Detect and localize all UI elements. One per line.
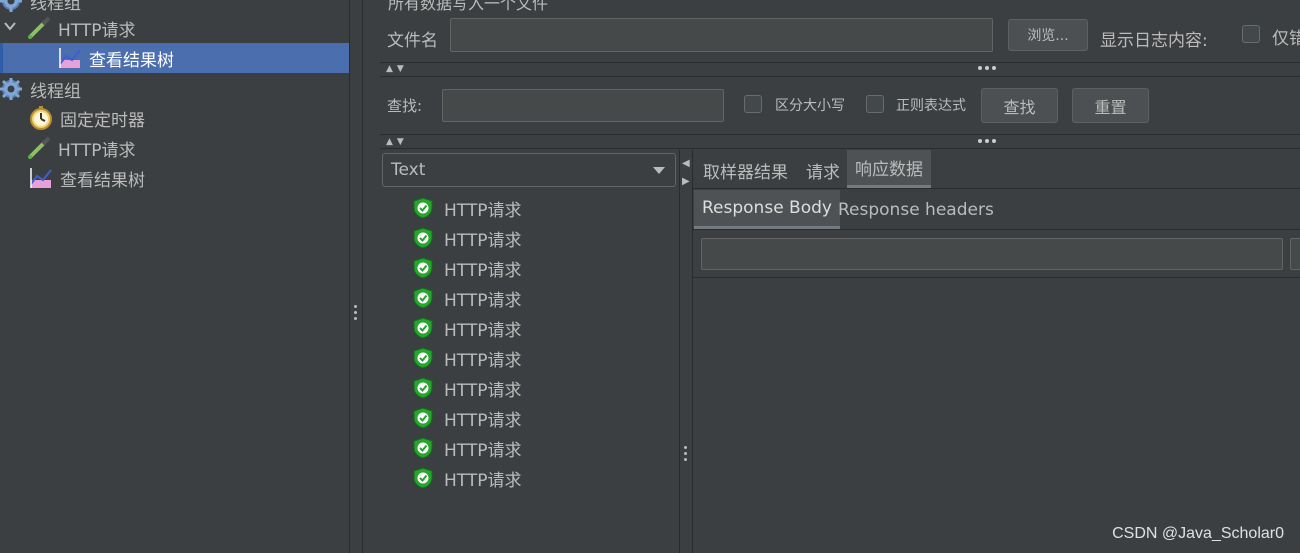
tree-item-label: 查看结果树 bbox=[60, 170, 145, 191]
find-button[interactable]: 查找 bbox=[981, 88, 1058, 123]
drag-handle-icon[interactable] bbox=[684, 446, 688, 461]
result-item[interactable]: HTTP请求 bbox=[412, 433, 522, 463]
case-sensitive-checkbox[interactable] bbox=[744, 95, 762, 113]
errors-only-label: 仅错 bbox=[1272, 29, 1300, 49]
filename-input[interactable] bbox=[450, 18, 993, 52]
watermark: CSDN @Java_Scholar0 bbox=[1112, 525, 1284, 542]
result-item-label: HTTP请求 bbox=[444, 200, 522, 221]
result-item-label: HTTP请求 bbox=[444, 350, 522, 371]
response-search-input[interactable] bbox=[701, 238, 1283, 270]
browse-button[interactable]: 浏览... bbox=[1008, 19, 1088, 51]
result-item[interactable]: HTTP请求 bbox=[412, 343, 522, 373]
subtab-response-body[interactable]: Response Body bbox=[694, 190, 840, 230]
case-sensitive-label: 区分大小写 bbox=[775, 98, 845, 114]
chevron-down-icon[interactable] bbox=[4, 20, 16, 34]
gear-icon bbox=[0, 76, 24, 102]
result-item[interactable]: HTTP请求 bbox=[412, 223, 522, 253]
success-shield-icon bbox=[412, 287, 434, 309]
renderer-select[interactable]: Text bbox=[382, 153, 676, 187]
tab-sampler-result[interactable]: 取样器结果 bbox=[695, 151, 796, 189]
renderer-select-value: Text bbox=[391, 160, 426, 180]
result-item[interactable]: HTTP请求 bbox=[412, 253, 522, 283]
result-item-label: HTTP请求 bbox=[444, 440, 522, 461]
chart-icon bbox=[28, 165, 54, 191]
result-item[interactable]: HTTP请求 bbox=[412, 283, 522, 313]
tab-request[interactable]: 请求 bbox=[798, 151, 848, 189]
pipette-icon bbox=[26, 135, 52, 161]
subtab-response-headers[interactable]: Response headers bbox=[830, 190, 1002, 230]
collapse-arrows-icon[interactable]: ▲▼ bbox=[386, 137, 408, 147]
log-content-label: 显示日志内容: bbox=[1100, 31, 1208, 51]
success-shield-icon bbox=[412, 317, 434, 339]
result-item-label: HTTP请求 bbox=[444, 380, 522, 401]
tree-item-constant-timer[interactable]: 固定定时器 bbox=[28, 103, 349, 133]
file-panel-header: 所有数据写入一个文件 bbox=[388, 0, 549, 13]
tree-item-view-results-2[interactable]: 查看结果树 bbox=[28, 163, 349, 193]
result-item[interactable]: HTTP请求 bbox=[412, 463, 522, 493]
regex-checkbox[interactable] bbox=[866, 95, 884, 113]
drag-handle-icon[interactable] bbox=[978, 139, 996, 143]
caret-down-icon bbox=[653, 167, 665, 174]
search-input[interactable] bbox=[442, 89, 724, 122]
response-body-area[interactable] bbox=[694, 278, 1300, 553]
test-plan-tree: 线程组 HTTP请求 查看结果树 线程组 固定定时器 HTTP请求 查看结果树 bbox=[0, 0, 349, 553]
result-item-label: HTTP请求 bbox=[444, 410, 522, 431]
tab-response-data[interactable]: 响应数据 bbox=[847, 150, 931, 188]
tree-item-label: HTTP请求 bbox=[58, 140, 136, 161]
result-item-label: HTTP请求 bbox=[444, 290, 522, 311]
success-shield-icon bbox=[412, 197, 434, 219]
success-shield-icon bbox=[412, 467, 434, 489]
success-shield-icon bbox=[412, 377, 434, 399]
result-item[interactable]: HTTP请求 bbox=[412, 193, 522, 223]
tree-item-label: 固定定时器 bbox=[60, 110, 145, 131]
search-label: 查找: bbox=[387, 97, 423, 115]
tree-item-thread-group-2[interactable]: 线程组 bbox=[0, 74, 349, 104]
filename-label: 文件名 bbox=[387, 31, 438, 51]
tree-item-label: 查看结果树 bbox=[89, 50, 174, 71]
drag-handle-icon[interactable] bbox=[978, 66, 996, 70]
result-item-label: HTTP请求 bbox=[444, 320, 522, 341]
tree-item-view-results-1[interactable]: 查看结果树 bbox=[0, 43, 349, 73]
success-shield-icon bbox=[412, 437, 434, 459]
left-splitter[interactable] bbox=[349, 0, 363, 553]
success-shield-icon bbox=[412, 347, 434, 369]
tree-item-label: HTTP请求 bbox=[58, 20, 136, 41]
split-arrows-icon[interactable]: ◀ ▶ bbox=[682, 155, 690, 191]
tree-item-label: 线程组 bbox=[30, 81, 81, 102]
reset-button[interactable]: 重置 bbox=[1072, 88, 1149, 123]
tree-item-http-request-2[interactable]: HTTP请求 bbox=[26, 133, 349, 163]
result-item[interactable]: HTTP请求 bbox=[412, 313, 522, 343]
errors-only-checkbox[interactable] bbox=[1242, 25, 1260, 43]
result-item[interactable]: HTTP请求 bbox=[412, 403, 522, 433]
drag-handle-icon bbox=[354, 305, 358, 320]
success-shield-icon bbox=[412, 227, 434, 249]
gear-icon bbox=[0, 0, 24, 14]
result-item-label: HTTP请求 bbox=[444, 470, 522, 491]
regex-label: 正则表达式 bbox=[896, 98, 966, 114]
pipette-icon bbox=[26, 15, 52, 41]
chart-icon bbox=[57, 45, 83, 71]
result-item[interactable]: HTTP请求 bbox=[412, 373, 522, 403]
tree-item-http-request-1[interactable]: HTTP请求 bbox=[26, 13, 349, 43]
result-item-label: HTTP请求 bbox=[444, 260, 522, 281]
success-shield-icon bbox=[412, 407, 434, 429]
success-shield-icon bbox=[412, 257, 434, 279]
result-item-label: HTTP请求 bbox=[444, 230, 522, 251]
collapse-arrows-icon[interactable]: ▲▼ bbox=[386, 64, 408, 74]
response-search-button[interactable] bbox=[1290, 238, 1300, 270]
tree-item-label: 线程组 bbox=[30, 0, 81, 14]
stopwatch-icon bbox=[28, 105, 54, 131]
